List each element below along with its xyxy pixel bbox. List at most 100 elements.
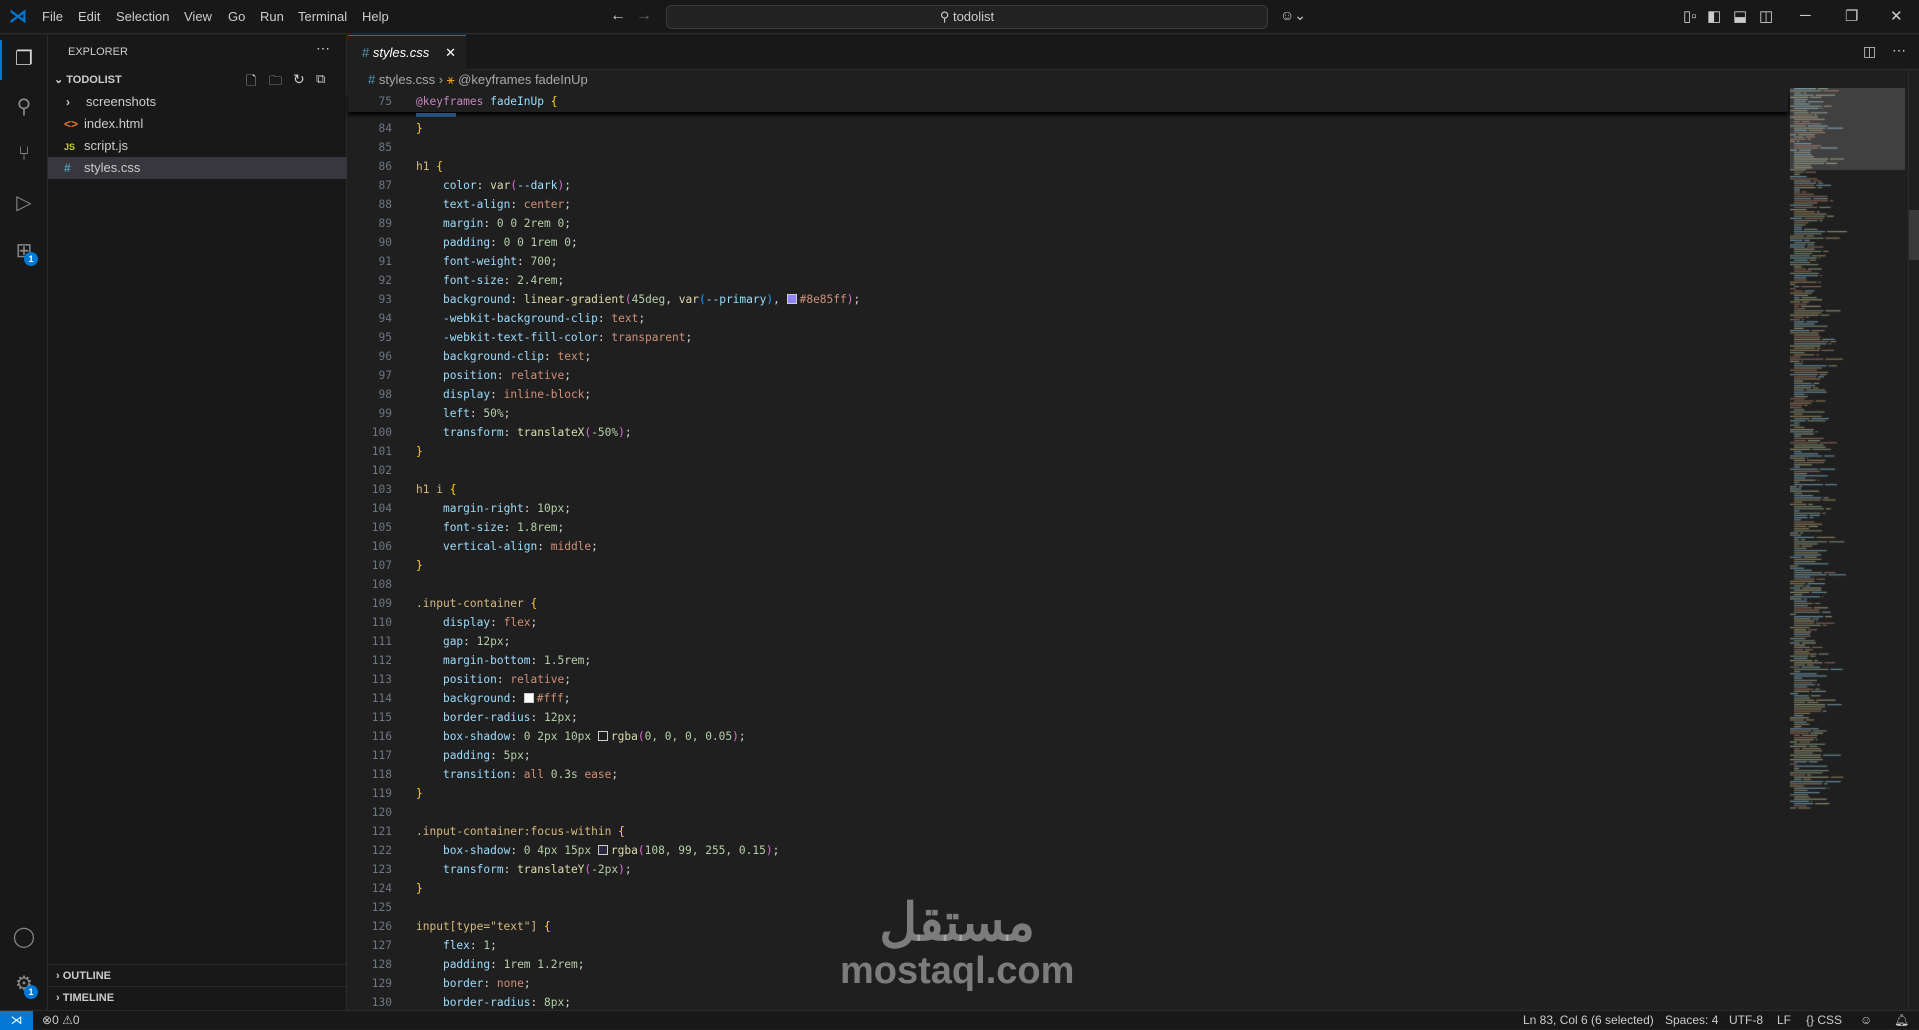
language-mode[interactable]: {} CSS <box>1806 1011 1842 1029</box>
refresh-icon[interactable]: ↻ <box>293 71 305 88</box>
color-swatch[interactable] <box>597 845 608 855</box>
menu-edit[interactable]: Edit <box>78 9 100 24</box>
code-line[interactable]: 98 display: inline-block; <box>348 385 1788 404</box>
minimize-icon[interactable]: ─ <box>1800 7 1811 24</box>
code-line[interactable]: 111 gap: 12px; <box>348 632 1788 651</box>
code-line[interactable]: 121 .input-container:focus-within { <box>348 822 1788 841</box>
code-line[interactable]: 91 font-weight: 700; <box>348 252 1788 271</box>
vertical-scrollbar[interactable] <box>1908 70 1919 1010</box>
extensions-icon[interactable]: ⊞ 1 <box>12 239 38 266</box>
editor-more-icon[interactable]: ⋯ <box>1892 42 1906 59</box>
code-line[interactable]: 113 position: relative; <box>348 670 1788 689</box>
code-line[interactable]: 89 margin: 0 0 2rem 0; <box>348 214 1788 233</box>
code-line[interactable]: 101} <box>348 442 1788 461</box>
file-item[interactable]: › screenshots <box>48 91 347 113</box>
code-line[interactable]: 90 padding: 0 0 1rem 0; <box>348 233 1788 252</box>
code-line[interactable]: 116 box-shadow: 0 2px 10px rgba(0, 0, 0,… <box>348 727 1788 746</box>
file-item[interactable]: <> index.html <box>48 113 347 135</box>
tab-styles-css[interactable]: # styles.css ✕ <box>348 35 466 70</box>
code-line[interactable]: 99 left: 50%; <box>348 404 1788 423</box>
code-line[interactable]: 104 margin-right: 10px; <box>348 499 1788 518</box>
run-debug-icon[interactable]: ▷ <box>12 191 36 215</box>
menu-terminal[interactable]: Terminal <box>298 9 347 24</box>
color-swatch[interactable] <box>523 693 534 703</box>
encoding[interactable]: UTF-8 <box>1729 1011 1763 1029</box>
menu-view[interactable]: View <box>184 9 212 24</box>
search-icon[interactable]: ⚲ <box>12 95 36 119</box>
code-line[interactable]: 94 -webkit-background-clip: text; <box>348 309 1788 328</box>
timeline-section[interactable]: › TIMELINE <box>48 986 347 1008</box>
code-line[interactable]: 96 background-clip: text; <box>348 347 1788 366</box>
minimap[interactable] <box>1790 88 1905 1008</box>
code-line[interactable]: 122 box-shadow: 0 4px 15px rgba(108, 99,… <box>348 841 1788 860</box>
line-ending[interactable]: LF <box>1777 1011 1791 1029</box>
breadcrumb-symbol[interactable]: @keyframes fadeInUp <box>458 72 588 87</box>
copilot-icon[interactable]: ☺⌄ <box>1280 7 1306 24</box>
menu-help[interactable]: Help <box>362 9 389 24</box>
toggle-sidebar-icon[interactable]: ◧ <box>1707 7 1721 25</box>
file-item[interactable]: # styles.css <box>48 157 347 179</box>
code-line[interactable]: 102 <box>348 461 1788 480</box>
customize-layout-icon[interactable]: ▯▫ <box>1683 7 1697 25</box>
menu-file[interactable]: File <box>42 9 63 24</box>
code-line[interactable]: 93 background: linear-gradient(45deg, va… <box>348 290 1788 309</box>
line-number: 100 <box>371 426 392 439</box>
code-line[interactable]: 117 padding: 5px; <box>348 746 1788 765</box>
cursor-position[interactable]: Ln 83, Col 6 (6 selected) <box>1523 1011 1654 1029</box>
color-swatch[interactable] <box>597 731 608 741</box>
back-arrow-icon[interactable]: ← <box>610 7 626 25</box>
toggle-panel-icon[interactable]: ⬓ <box>1733 7 1747 25</box>
close-window-icon[interactable]: ✕ <box>1890 7 1903 25</box>
menu-selection[interactable]: Selection <box>116 9 169 24</box>
code-line[interactable]: 112 margin-bottom: 1.5rem; <box>348 651 1788 670</box>
color-swatch[interactable] <box>786 294 797 304</box>
code-line[interactable]: 86 h1 { <box>348 157 1788 176</box>
problems-indicator[interactable]: ⊗0 ⚠0 <box>42 1011 80 1029</box>
menu-run[interactable]: Run <box>260 9 284 24</box>
code-line[interactable]: 88 text-align: center; <box>348 195 1788 214</box>
code-line[interactable]: 110 display: flex; <box>348 613 1788 632</box>
file-item[interactable]: JS script.js <box>48 135 347 157</box>
forward-arrow-icon[interactable]: → <box>636 7 652 25</box>
source-control-icon[interactable]: ⑂ <box>12 142 36 166</box>
collapse-all-icon[interactable]: ⧉ <box>316 71 325 87</box>
code-line[interactable]: 92 font-size: 2.4rem; <box>348 271 1788 290</box>
command-center-search[interactable]: ⚲ todolist <box>666 5 1268 29</box>
code-line[interactable]: 120 <box>348 803 1788 822</box>
split-editor-icon[interactable]: ◫ <box>1863 43 1876 60</box>
code-line[interactable]: 115 border-radius: 12px; <box>348 708 1788 727</box>
notifications-bell-icon[interactable]: 🔔︎ <box>1894 1011 1909 1029</box>
code-line[interactable]: 123 transform: translateY(-2px); <box>348 860 1788 879</box>
remote-indicator-icon[interactable]: ⋊ <box>0 1011 33 1030</box>
code-line[interactable]: 103 h1 i { <box>348 480 1788 499</box>
code-line[interactable]: 119} <box>348 784 1788 803</box>
code-line[interactable]: 84} <box>348 119 1788 138</box>
close-tab-icon[interactable]: ✕ <box>445 36 456 70</box>
copilot-status-icon[interactable]: ☺ <box>1860 1011 1872 1029</box>
outline-section[interactable]: › OUTLINE <box>48 964 347 986</box>
code-line[interactable]: 105 font-size: 1.8rem; <box>348 518 1788 537</box>
code-line[interactable]: 114 background: #fff; <box>348 689 1788 708</box>
settings-gear-icon[interactable]: ⚙ 1 <box>12 972 38 999</box>
code-editor[interactable]: 84} 85 86 h1 {87 color: var(--dark); 88 text… <box>348 119 1788 1010</box>
explorer-icon[interactable]: ❐ <box>12 47 36 71</box>
sticky-scroll-line[interactable]: 75 @keyframes fadeInUp { <box>348 92 1788 112</box>
code-line[interactable]: 108 <box>348 575 1788 594</box>
menu-go[interactable]: Go <box>228 9 245 24</box>
code-line[interactable]: 106 vertical-align: middle; <box>348 537 1788 556</box>
code-line[interactable]: 95 -webkit-text-fill-color: transparent; <box>348 328 1788 347</box>
toggle-secondary-sidebar-icon[interactable]: ◫ <box>1759 7 1773 25</box>
more-actions-icon[interactable]: ⋯ <box>316 40 330 57</box>
code-line[interactable]: 118 transition: all 0.3s ease; <box>348 765 1788 784</box>
code-line[interactable]: 100 transform: translateX(-50%); <box>348 423 1788 442</box>
accounts-icon[interactable]: ◯ <box>12 925 36 949</box>
code-line[interactable]: 109 .input-container { <box>348 594 1788 613</box>
code-line[interactable]: 107} <box>348 556 1788 575</box>
breadcrumb-file[interactable]: styles.css <box>379 72 435 87</box>
code-line[interactable]: 85 <box>348 138 1788 157</box>
code-line[interactable]: 97 position: relative; <box>348 366 1788 385</box>
code-line[interactable]: 87 color: var(--dark); <box>348 176 1788 195</box>
indentation[interactable]: Spaces: 4 <box>1665 1011 1718 1029</box>
restore-icon[interactable]: ❐ <box>1845 7 1858 25</box>
code-line[interactable]: 130 border-radius: 8px; <box>348 993 1788 1010</box>
